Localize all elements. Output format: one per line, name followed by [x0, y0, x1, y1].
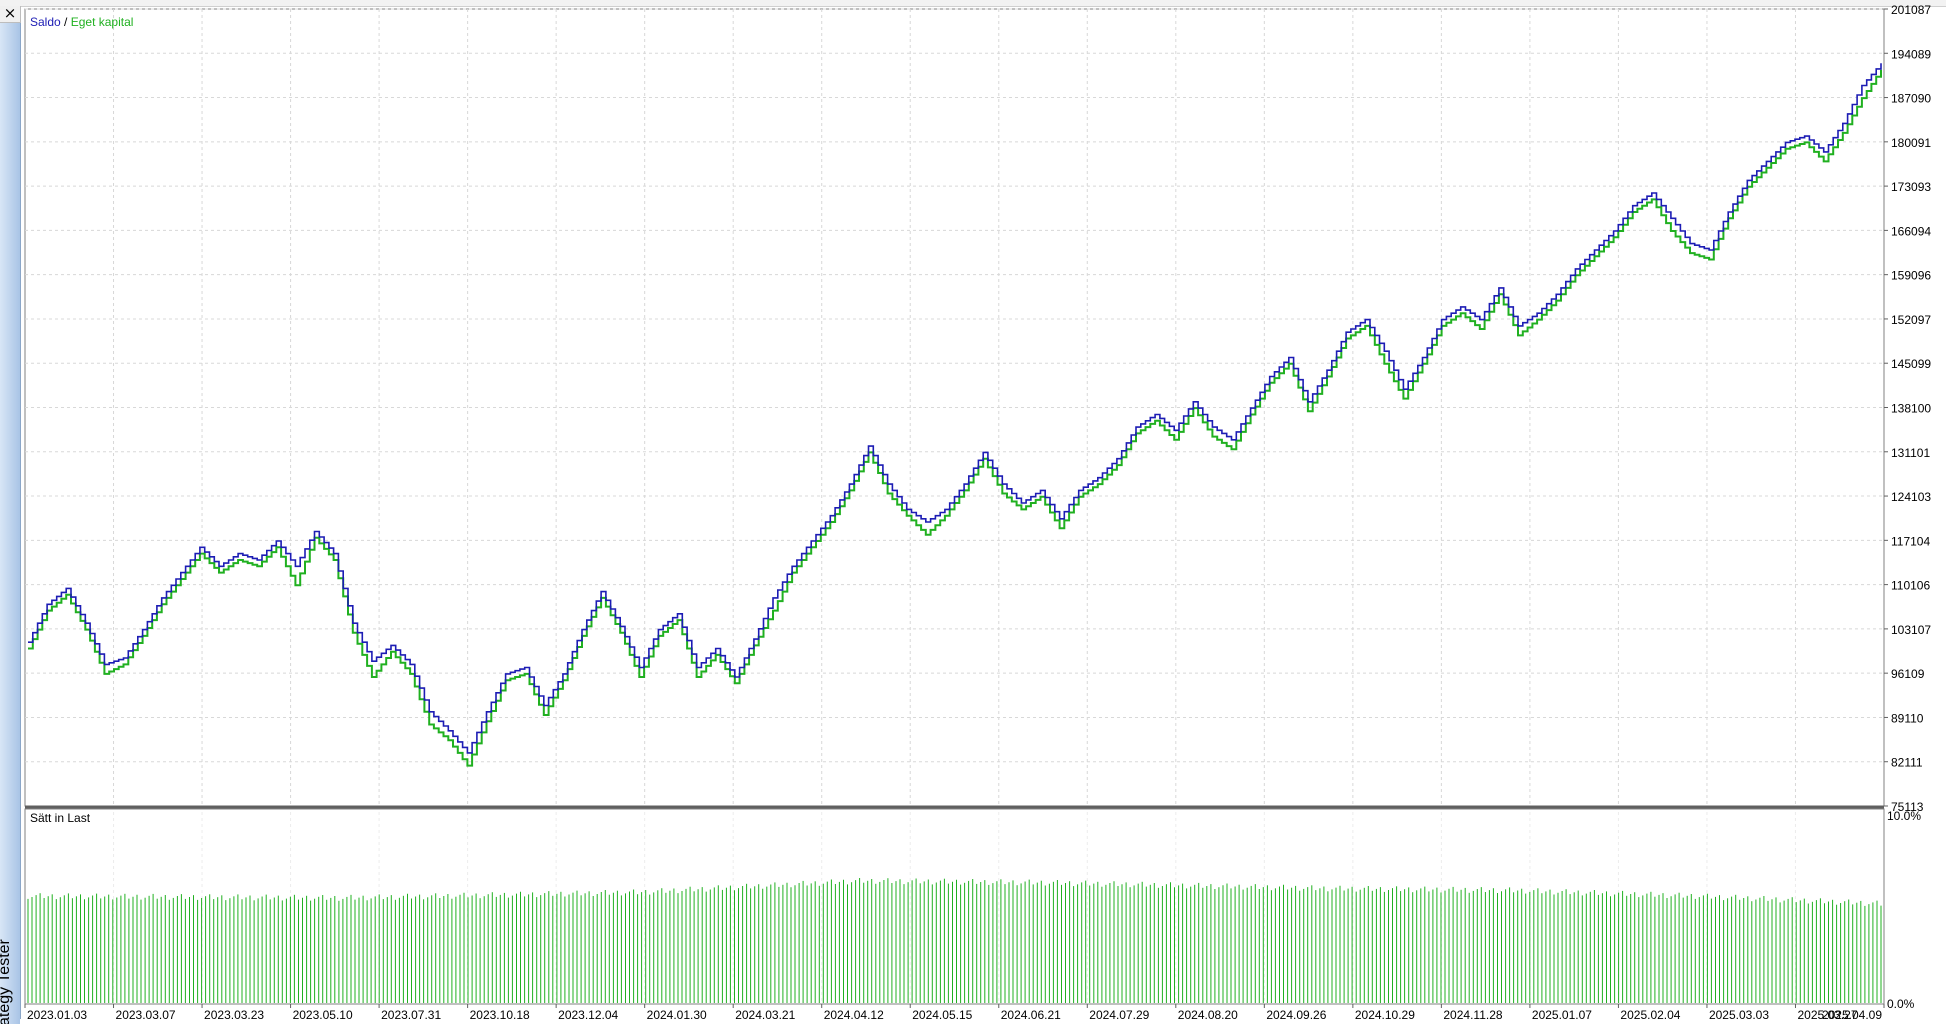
ytick-label: 110106: [1891, 579, 1930, 593]
ytick-label: 201087: [1891, 3, 1931, 17]
indicator-label: Sätt in Last: [30, 811, 91, 825]
bottom-margin: [20, 1019, 1946, 1024]
ytick-label: 89110: [1891, 711, 1924, 725]
legend: Saldo / Eget kapital: [30, 15, 133, 29]
ytick-label: 103107: [1891, 623, 1931, 637]
equity-balance-panel: 201087 194089 187090 180091 173093 166094 1590…: [24, 3, 1931, 814]
ytick-label: 131101: [1891, 446, 1930, 460]
sub-ytick-bottom: 0.0%: [1887, 997, 1915, 1011]
ytick-label: 166094: [1891, 224, 1931, 238]
ytick-label: 152097: [1891, 313, 1931, 327]
legend-saldo: Saldo: [30, 15, 61, 29]
main-y-axis: 201087 194089 187090 180091 173093 166094 1590…: [1884, 3, 1931, 814]
legend-eget-kapital: Eget kapital: [71, 15, 134, 29]
sub-plot-frame: [24, 808, 1885, 1005]
backtest-chart: 201087 194089 187090 180091 173093 166094 1590…: [24, 3, 1931, 1022]
ytick-label: 180091: [1891, 136, 1931, 150]
ytick-label: 194089: [1891, 47, 1931, 61]
sub-ytick-top: 10.0%: [1887, 809, 1921, 823]
ytick-label: 124103: [1891, 490, 1931, 504]
legend-separator: /: [61, 15, 71, 29]
ytick-label: 96109: [1891, 667, 1925, 681]
load-indicator-panel: Sätt in Last 10.0% 0.0%: [24, 808, 1921, 1011]
ytick-label: 187090: [1891, 92, 1931, 106]
ytick-label: 138100: [1891, 402, 1931, 416]
ytick-label: 159096: [1891, 269, 1931, 283]
ytick-label: 145099: [1891, 357, 1931, 371]
ytick-label: 173093: [1891, 180, 1931, 194]
ytick-label: 117104: [1891, 534, 1930, 548]
ytick-label: 82111: [1891, 756, 1923, 770]
